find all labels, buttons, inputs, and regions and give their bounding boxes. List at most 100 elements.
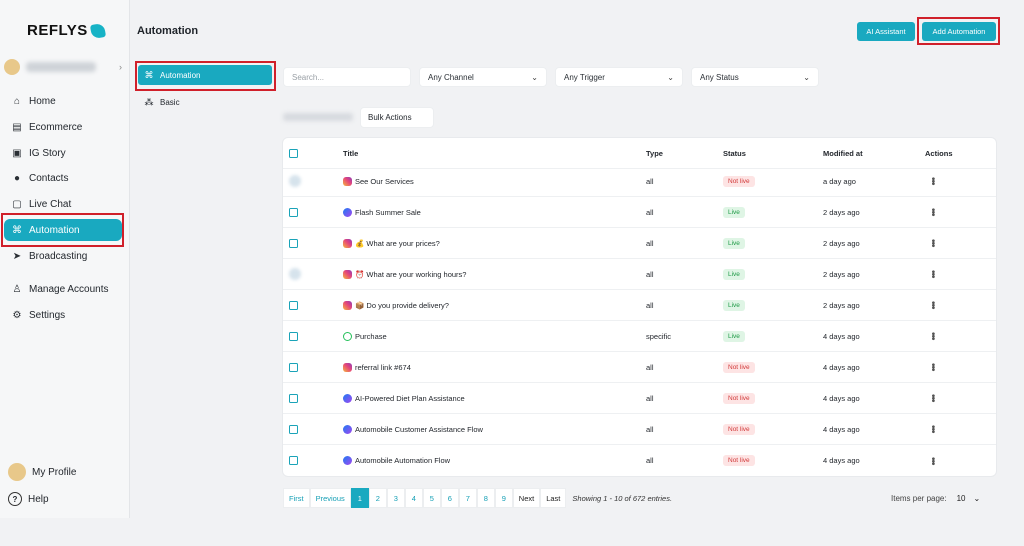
account-switcher[interactable]: › <box>4 56 126 78</box>
sidebar-item-ig-story[interactable]: ▣ IG Story <box>4 142 122 164</box>
row-checkbox[interactable] <box>289 362 298 372</box>
row-title-cell[interactable]: Automobile Automation Flow <box>343 445 450 476</box>
sidebar-item-settings[interactable]: ⚙ Settings <box>4 304 122 326</box>
row-actions-menu[interactable]: ••• <box>927 259 938 289</box>
row-select-blurred[interactable] <box>289 175 301 187</box>
page-number-button[interactable]: 3 <box>386 488 405 508</box>
submenu-automation[interactable]: ⌘ Automation <box>138 65 272 85</box>
items-per-page-value: 10 <box>956 493 966 503</box>
row-select-wrap <box>289 445 298 476</box>
row-checkbox[interactable] <box>289 207 298 217</box>
table-row[interactable]: Automobile Automation Flow all Not live 4 d… <box>283 445 996 476</box>
status-badge: Not live <box>723 361 755 373</box>
row-select-wrap <box>289 383 298 413</box>
row-checkbox[interactable] <box>289 331 298 341</box>
table-row[interactable]: Automobile Customer Assistance Flow all No… <box>283 414 996 445</box>
column-title[interactable]: Title <box>343 138 358 168</box>
row-actions-menu[interactable]: ••• <box>927 228 938 258</box>
sidebar-item-contacts[interactable]: ● Contacts <box>4 167 122 189</box>
row-title-cell[interactable]: AI-Powered Diet Plan Assistance <box>343 383 465 413</box>
row-title: ⏰ What are your working hours? <box>355 269 467 279</box>
row-title-cell[interactable]: 💰 What are your prices? <box>343 228 440 258</box>
row-select-wrap <box>289 321 298 351</box>
trigger-filter-select[interactable]: Any Trigger ⌄ <box>555 67 683 87</box>
more-vertical-icon: ••• <box>927 239 938 247</box>
row-actions-menu[interactable]: ••• <box>927 290 938 320</box>
ai-assistant-button[interactable]: AI Assistant <box>857 22 915 41</box>
table-row[interactable]: ⏰ What are your working hours? all Live 2 d… <box>283 259 996 290</box>
sidebar-item-broadcasting[interactable]: ➤ Broadcasting <box>4 245 122 267</box>
add-automation-button[interactable]: Add Automation <box>922 22 996 41</box>
page-next-button[interactable]: Next <box>512 488 541 508</box>
row-actions-menu[interactable]: ••• <box>927 321 938 351</box>
row-title-cell[interactable]: referral link #674 <box>343 352 411 382</box>
table-row[interactable]: See Our Services all Not live a day ago ••• <box>283 166 996 197</box>
row-select-wrap <box>289 352 298 382</box>
column-type[interactable]: Type <box>646 138 663 168</box>
table-row[interactable]: Purchase specific Live 4 days ago ••• <box>283 321 996 352</box>
row-checkbox[interactable] <box>289 300 298 310</box>
row-title-cell[interactable]: 📦 Do you provide delivery? <box>343 290 449 320</box>
page-number-button[interactable]: 7 <box>458 488 477 508</box>
table-row[interactable]: 📦 Do you provide delivery? all Live 2 days … <box>283 290 996 321</box>
sidebar-item-manage-accounts[interactable]: ♙ Manage Accounts <box>4 278 122 300</box>
page-previous-button[interactable]: Previous <box>309 488 351 508</box>
status-badge: Live <box>723 268 745 280</box>
row-select-blurred[interactable] <box>289 268 301 280</box>
row-type: all <box>646 362 654 372</box>
submenu-basic[interactable]: ⁂ Basic <box>138 92 272 112</box>
row-modified: 4 days ago <box>823 362 860 372</box>
row-type: all <box>646 456 654 465</box>
row-checkbox[interactable] <box>289 424 298 434</box>
column-status[interactable]: Status <box>723 138 746 168</box>
sidebar-item-ecommerce[interactable]: ▤ Ecommerce <box>4 116 122 138</box>
bulk-actions-button[interactable]: Bulk Actions <box>360 107 434 128</box>
brand-logo[interactable]: REFLYS <box>27 22 106 39</box>
page-number-button[interactable]: 6 <box>440 488 459 508</box>
row-title: Purchase <box>355 331 387 341</box>
row-title-cell[interactable]: ⏰ What are your working hours? <box>343 259 466 289</box>
status-badge: Live <box>723 206 745 218</box>
brand-name: REFLYS <box>27 22 88 39</box>
row-actions-menu[interactable]: ••• <box>927 197 938 227</box>
row-actions-menu[interactable]: ••• <box>927 383 938 413</box>
table-row[interactable]: Flash Summer Sale all Live 2 days ago ••• <box>283 197 996 228</box>
row-actions-menu[interactable]: ••• <box>927 166 938 196</box>
row-type: all <box>646 207 654 217</box>
row-checkbox[interactable] <box>289 393 298 403</box>
table-row[interactable]: 💰 What are your prices? all Live 2 days ago… <box>283 228 996 259</box>
row-checkbox[interactable] <box>289 456 298 465</box>
row-checkbox[interactable] <box>289 238 298 248</box>
sidebar-item-automation[interactable]: ⌘ Automation <box>4 219 122 241</box>
page-number-button[interactable]: 5 <box>422 488 441 508</box>
page-first-button[interactable]: First <box>283 488 310 508</box>
page-last-button[interactable]: Last <box>540 488 567 508</box>
row-actions-menu[interactable]: ••• <box>927 414 938 444</box>
status-filter-value: Any Status <box>700 72 739 82</box>
row-title-cell[interactable]: Purchase <box>343 321 387 351</box>
column-modified[interactable]: Modified at <box>823 138 863 168</box>
row-title-cell[interactable]: See Our Services <box>343 166 414 196</box>
row-title-cell[interactable]: Flash Summer Sale <box>343 197 421 227</box>
row-select-wrap <box>289 197 298 227</box>
status-filter-select[interactable]: Any Status ⌄ <box>691 67 819 87</box>
help-link[interactable]: ? Help <box>8 492 49 506</box>
table-row[interactable]: referral link #674 all Not live 4 days ago •… <box>283 352 996 383</box>
table-row[interactable]: AI-Powered Diet Plan Assistance all Not li… <box>283 383 996 414</box>
row-actions-menu[interactable]: ••• <box>927 445 938 476</box>
sidebar-item-live-chat[interactable]: ▢ Live Chat <box>4 193 122 215</box>
items-per-page-select[interactable]: 10 ⌄ <box>957 494 981 503</box>
page-number-button[interactable]: 9 <box>494 488 513 508</box>
page-number-button[interactable]: 2 <box>368 488 387 508</box>
row-title-cell[interactable]: Automobile Customer Assistance Flow <box>343 414 483 444</box>
my-profile-link[interactable]: My Profile <box>8 463 76 481</box>
sidebar-item-home[interactable]: ⌂ Home <box>4 90 122 112</box>
channel-filter-select[interactable]: Any Channel ⌄ <box>419 67 547 87</box>
page-number-button[interactable]: 1 <box>350 488 369 508</box>
page-number-button[interactable]: 4 <box>404 488 423 508</box>
page-number-button[interactable]: 8 <box>476 488 495 508</box>
select-all-checkbox[interactable] <box>289 148 298 158</box>
row-actions-menu[interactable]: ••• <box>927 352 938 382</box>
avatar <box>4 59 20 75</box>
search-input[interactable]: Search... <box>283 67 411 87</box>
